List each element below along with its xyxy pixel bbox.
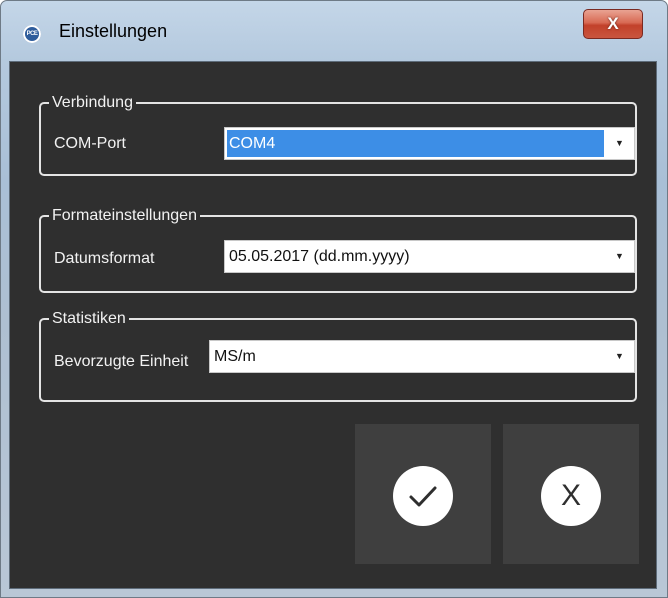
settings-window: PCE Einstellungen X Verbindung COM-Port … (0, 0, 668, 598)
group-connection-legend: Verbindung (49, 93, 136, 113)
checkmark-icon (393, 466, 453, 526)
pce-logo-icon: PCE (23, 25, 41, 43)
group-statistics: Statistiken Bevorzugte Einheit MS/m ▼ (39, 309, 637, 402)
close-icon: X (607, 14, 619, 33)
chevron-down-icon[interactable]: ▼ (605, 241, 634, 272)
com-port-value: COM4 (227, 130, 604, 157)
dialog-content: Verbindung COM-Port COM4 ▼ Formateinstel… (9, 61, 657, 589)
cancel-button[interactable]: X (503, 424, 639, 564)
window-title: Einstellungen (59, 21, 168, 41)
date-format-label: Datumsformat (54, 250, 155, 267)
com-port-select[interactable]: COM4 ▼ (224, 127, 635, 160)
group-connection: Verbindung COM-Port COM4 ▼ (39, 93, 637, 176)
preferred-unit-select[interactable]: MS/m ▼ (209, 340, 635, 373)
date-format-select[interactable]: 05.05.2017 (dd.mm.yyyy) ▼ (224, 240, 635, 273)
chevron-down-icon[interactable]: ▼ (605, 341, 634, 372)
ok-button[interactable] (355, 424, 491, 564)
close-button[interactable]: X (583, 9, 643, 39)
preferred-unit-value: MS/m (214, 348, 256, 365)
cancel-button-label: X (560, 479, 581, 512)
group-format: Formateinstellungen Datumsformat 05.05.2… (39, 206, 637, 293)
title-bar[interactable]: PCE Einstellungen X (1, 1, 667, 61)
date-format-value: 05.05.2017 (dd.mm.yyyy) (229, 248, 410, 265)
chevron-down-icon[interactable]: ▼ (605, 128, 634, 159)
x-icon: X (541, 466, 601, 526)
preferred-unit-label: Bevorzugte Einheit (54, 353, 189, 370)
group-statistics-legend: Statistiken (49, 309, 129, 329)
group-format-legend: Formateinstellungen (49, 206, 200, 226)
com-port-label: COM-Port (54, 135, 126, 152)
